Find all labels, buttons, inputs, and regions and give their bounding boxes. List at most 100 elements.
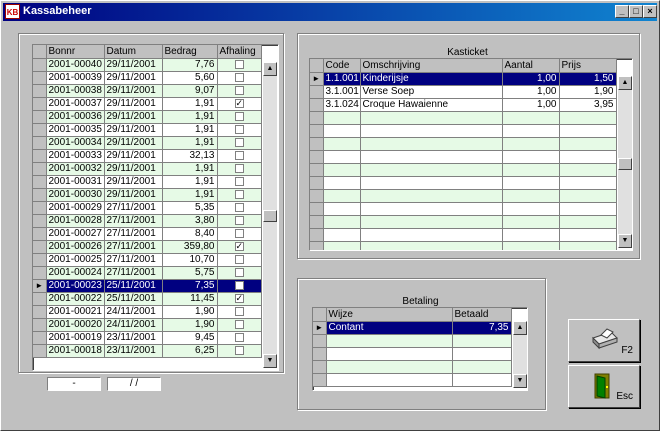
row-indicator[interactable] [313,373,327,387]
afhaling-checkbox[interactable] [234,150,244,160]
cell-aantal[interactable]: 1,00 [502,98,560,112]
empty-cell[interactable] [326,360,453,374]
cell-bonnr[interactable]: 2001-00036 [46,110,105,124]
cell-bedrag[interactable]: 1,91 [162,136,218,150]
empty-cell[interactable] [452,360,512,374]
cell-afhaling[interactable] [217,149,262,163]
table-row[interactable]: 2001-00033 29/11/2001 32,13 [33,149,262,163]
empty-row[interactable] [313,373,512,387]
empty-row[interactable] [310,241,617,250]
cell-bedrag[interactable]: 10,70 [162,253,218,267]
arrow-right-icon[interactable]: ► [310,72,324,86]
scroll-up-button[interactable]: ▲ [618,76,632,90]
cell-aantal[interactable]: 1,00 [502,85,560,99]
table-row[interactable]: ► 1.1.001 Kinderijsje 1,00 1,50 [310,72,617,86]
cell-bonnr[interactable]: 2001-00026 [46,240,105,254]
table-row[interactable]: 2001-00034 29/11/2001 1,91 [33,136,262,150]
afhaling-checkbox[interactable] [234,332,244,342]
cell-datum[interactable]: 27/11/2001 [104,227,163,241]
cell-afhaling[interactable]: ✓ [217,292,262,306]
row-indicator[interactable] [33,266,47,280]
empty-cell[interactable] [502,150,560,164]
row-indicator[interactable] [33,214,47,228]
empty-row[interactable] [310,111,617,125]
cell-afhaling[interactable] [217,110,262,124]
cell-bedrag[interactable]: 8,40 [162,227,218,241]
row-indicator[interactable] [33,136,47,150]
table-row[interactable]: 2001-00039 29/11/2001 5,60 [33,71,262,85]
cell-bedrag[interactable]: 1,91 [162,97,218,111]
betaling-scrollbar[interactable]: ▲ ▼ [512,321,527,388]
cell-bedrag[interactable]: 1,91 [162,162,218,176]
row-indicator[interactable] [33,240,47,254]
empty-cell[interactable] [360,189,503,203]
empty-cell[interactable] [559,176,617,190]
cell-prijs[interactable]: 3,95 [559,98,617,112]
cell-bonnr[interactable]: 2001-00033 [46,149,105,163]
row-indicator[interactable] [33,188,47,202]
cell-afhaling[interactable]: ✓ [217,97,262,111]
afhaling-checkbox[interactable] [234,189,244,199]
empty-cell[interactable] [559,228,617,242]
cell-bedrag[interactable]: 32,13 [162,149,218,163]
row-indicator[interactable] [33,149,47,163]
empty-cell[interactable] [502,228,560,242]
empty-row[interactable] [310,176,617,190]
cell-datum[interactable]: 29/11/2001 [104,136,163,150]
scroll-thumb[interactable] [618,158,632,170]
empty-cell[interactable] [559,150,617,164]
datum-filter-input[interactable]: / / [107,377,161,391]
row-indicator[interactable] [33,58,47,72]
cell-afhaling[interactable] [217,227,262,241]
afhaling-checkbox[interactable] [234,215,244,225]
cell-afhaling[interactable] [217,266,262,280]
cell-datum[interactable]: 29/11/2001 [104,149,163,163]
row-indicator[interactable] [313,347,327,361]
empty-cell[interactable] [452,373,512,387]
cell-afhaling[interactable] [217,136,262,150]
col-afhaling-header[interactable]: Afhaling [217,45,262,59]
afhaling-checkbox[interactable] [234,163,244,173]
table-row[interactable]: 2001-00022 25/11/2001 11,45 ✓ [33,292,262,306]
cell-afhaling[interactable] [217,188,262,202]
empty-cell[interactable] [502,163,560,177]
cell-omschrijving[interactable]: Verse Soep [360,85,503,99]
cell-bonnr[interactable]: 2001-00025 [46,253,105,267]
row-indicator[interactable] [310,124,324,138]
table-row[interactable]: 2001-00024 27/11/2001 5,75 [33,266,262,280]
cell-datum[interactable]: 29/11/2001 [104,58,163,72]
afhaling-checkbox[interactable] [234,59,244,69]
afhaling-checkbox[interactable]: ✓ [234,98,244,108]
empty-cell[interactable] [360,176,503,190]
empty-cell[interactable] [360,202,503,216]
cell-omschrijving[interactable]: Kinderijsje [360,72,503,86]
cell-code[interactable]: 3.1.001 [323,85,361,99]
row-indicator[interactable] [33,162,47,176]
cell-afhaling[interactable] [217,318,262,332]
table-row[interactable]: ► Contant 7,35 [313,321,512,335]
cell-afhaling[interactable] [217,214,262,228]
empty-cell[interactable] [452,334,512,348]
col-code-header[interactable]: Code [323,59,361,73]
afhaling-checkbox[interactable] [234,85,244,95]
empty-cell[interactable] [502,241,560,250]
table-row[interactable]: 2001-00025 27/11/2001 10,70 [33,253,262,267]
cell-bedrag[interactable]: 1,91 [162,110,218,124]
cell-afhaling[interactable] [217,71,262,85]
cell-afhaling[interactable] [217,201,262,215]
cell-bonnr[interactable]: 2001-00024 [46,266,105,280]
empty-row[interactable] [313,347,512,361]
cell-bedrag[interactable]: 3,80 [162,214,218,228]
empty-cell[interactable] [323,111,361,125]
cell-code[interactable]: 1.1.001 [323,72,361,86]
empty-cell[interactable] [360,241,503,250]
row-indicator[interactable] [313,334,327,348]
row-indicator[interactable] [310,202,324,216]
empty-cell[interactable] [326,334,453,348]
empty-cell[interactable] [360,215,503,229]
table-row[interactable]: 2001-00019 23/11/2001 9,45 [33,331,262,345]
afhaling-checkbox[interactable] [234,72,244,82]
empty-cell[interactable] [559,202,617,216]
row-indicator[interactable] [310,137,324,151]
row-indicator[interactable] [33,253,47,267]
